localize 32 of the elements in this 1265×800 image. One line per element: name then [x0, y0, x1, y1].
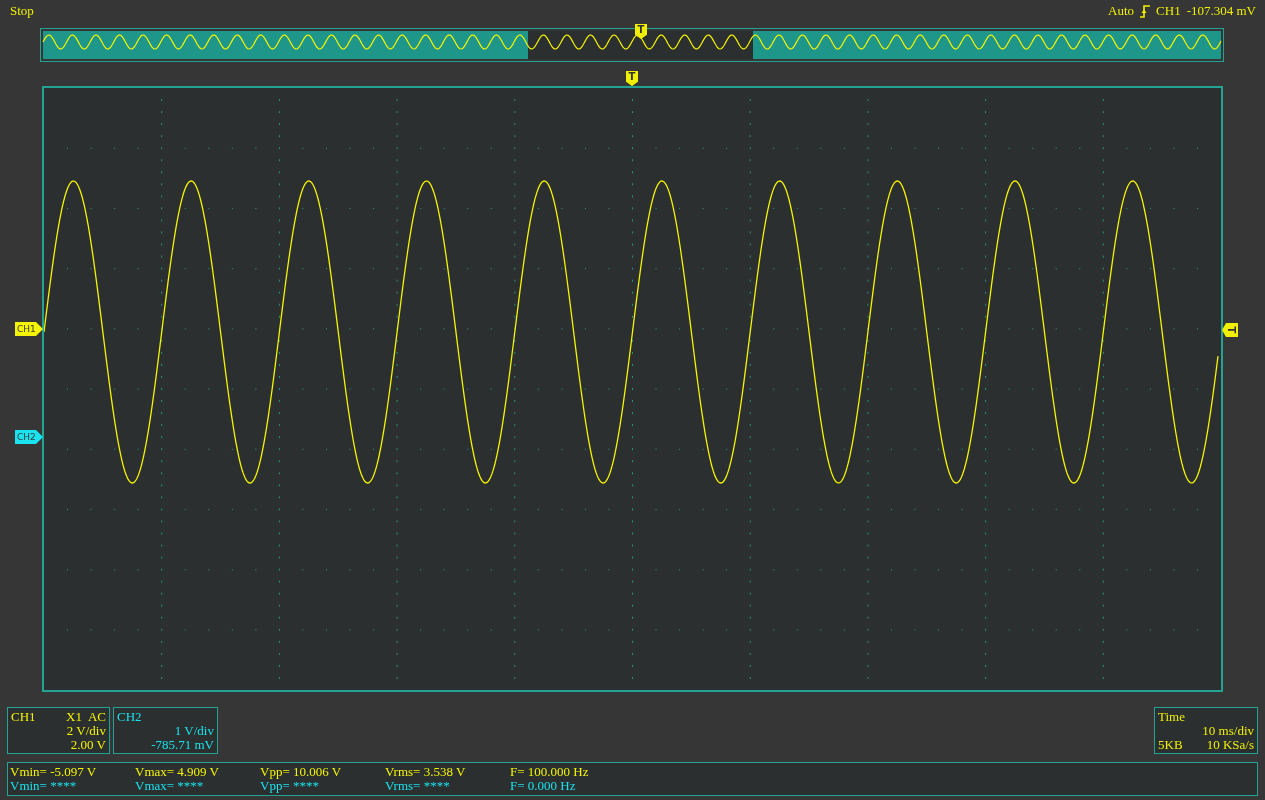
sample-rate: 10 KSa/s [1206, 738, 1254, 752]
measurement-readout: Vrms= 3.538 V [385, 765, 467, 779]
measurement-readout: Vmin= -5.097 V [10, 765, 98, 779]
measurement-readout: Vpp= **** [260, 779, 320, 793]
volts-per-div: 2 V/div [66, 724, 106, 738]
channel-name: CH2 [117, 710, 142, 724]
volts-per-div: 1 V/div [174, 724, 214, 738]
channel-offset: 2.00 V [70, 738, 106, 752]
trigger-source-label: CH1 [1156, 4, 1181, 18]
probe-ratio: X1 [66, 710, 82, 724]
measurement-readout: Vmin= **** [10, 779, 78, 793]
measurement-readout: Vpp= 10.006 V [260, 765, 343, 779]
measurement-readout: Vmax= **** [135, 779, 205, 793]
channel-name: CH1 [11, 710, 36, 724]
time-per-div: 10 ms/div [1202, 724, 1254, 738]
trigger-position-marker[interactable]: T [626, 71, 638, 86]
measurement-readout: Vmax= 4.909 V [135, 765, 220, 779]
measurement-readout: F= 100.000 Hz [510, 765, 590, 779]
channel-marker[interactable]: CH1 [15, 322, 43, 336]
run-state-label: Stop [10, 4, 34, 18]
overview-visible-window[interactable] [528, 31, 753, 59]
trigger-level-marker[interactable]: T [1222, 323, 1238, 337]
timebase-title: Time [1158, 710, 1185, 724]
trigger-level-readout: -107.304 mV [1186, 4, 1256, 18]
rising-edge-icon [1140, 4, 1151, 18]
coupling-label: AC [87, 710, 106, 724]
channel-marker[interactable]: CH2 [15, 430, 43, 444]
measurement-readout: Vrms= **** [385, 779, 451, 793]
trigger-mode-label: Auto [1108, 4, 1135, 18]
measurement-readout: F= 0.000 Hz [510, 779, 577, 793]
memory-depth: 5KB [1158, 738, 1183, 752]
channel-offset: -785.71 mV [151, 738, 214, 752]
